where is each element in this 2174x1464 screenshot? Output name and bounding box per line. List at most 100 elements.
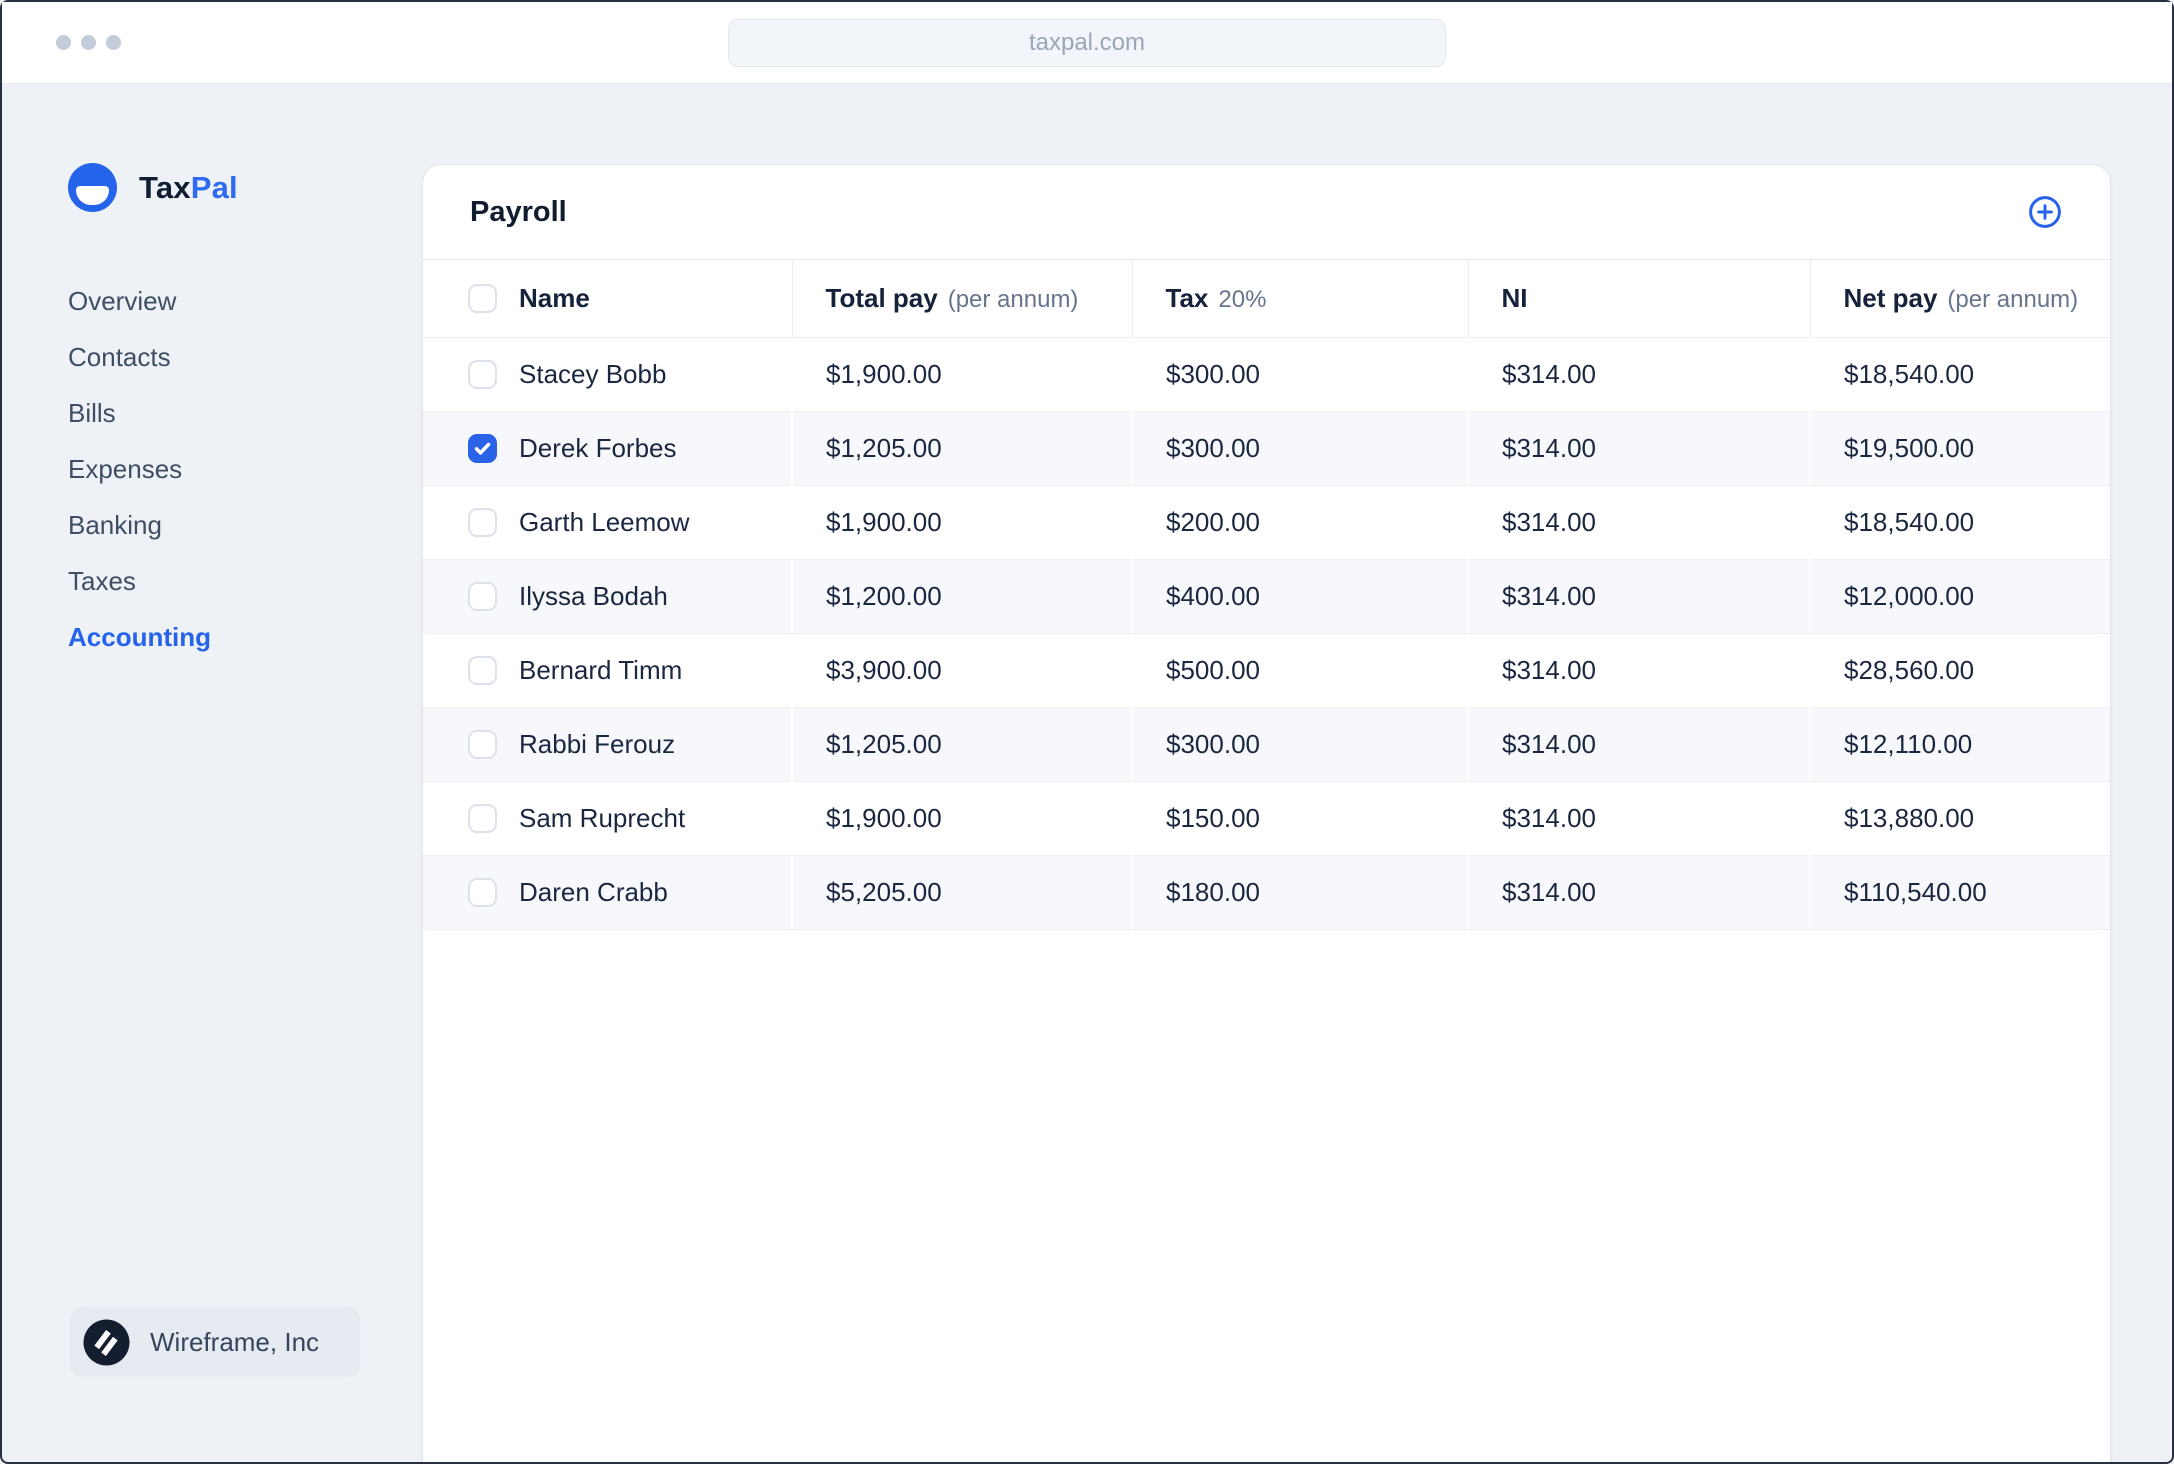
cell-total-pay: $1,200.00 (791, 558, 1132, 633)
cell-total-pay: $5,205.00 (791, 854, 1132, 930)
address-bar-url: taxpal.com (1028, 28, 1146, 56)
cell-tax: $150.00 (1131, 780, 1468, 855)
row-checkbox[interactable] (468, 729, 497, 759)
brand-logo: TaxPal (68, 163, 238, 212)
cell-ni: $314.00 (1467, 854, 1810, 930)
column-header-label: Total pay (825, 282, 938, 313)
window-dot-icon[interactable] (81, 35, 96, 50)
column-header-net-pay: Net pay (per annum) (1809, 260, 2110, 338)
table-header-row: Name Total pay (per annum) Tax 20% NI Net pay (… (423, 260, 2110, 338)
add-payroll-button[interactable] (2027, 194, 2063, 230)
cell-ni: $314.00 (1467, 410, 1810, 485)
column-header-total-pay: Total pay (per annum) (791, 260, 1132, 338)
cell-ni: $314.00 (1467, 484, 1810, 559)
cell-total-pay: $1,900.00 (791, 780, 1132, 855)
employee-name: Rabbi Ferouz (519, 728, 676, 759)
column-header-label: NI (1501, 282, 1528, 313)
column-header-subtext: 20% (1218, 285, 1267, 313)
cell-name: Ilyssa Bodah (423, 558, 792, 633)
row-checkbox[interactable] (468, 581, 497, 611)
table-row: Ilyssa Bodah $1,200.00 $400.00 $314.00 $12,0… (423, 558, 2110, 633)
cell-ni: $314.00 (1467, 780, 1810, 855)
org-badge[interactable]: Wireframe, Inc (70, 1307, 360, 1377)
column-header-subtext: (per annum) (1947, 285, 2079, 313)
employee-name: Derek Forbes (519, 432, 677, 463)
cell-total-pay: $3,900.00 (791, 632, 1132, 707)
check-icon (474, 442, 491, 455)
cell-total-pay: $1,900.00 (791, 337, 1132, 411)
row-checkbox[interactable] (468, 655, 497, 685)
cell-name: Derek Forbes (423, 410, 792, 485)
window-control-dots (56, 2, 121, 83)
row-checkbox[interactable] (468, 803, 497, 833)
sidebar-item-overview[interactable]: Overview (68, 273, 211, 329)
cell-tax: $400.00 (1131, 558, 1468, 633)
employee-name: Ilyssa Bodah (519, 580, 668, 611)
column-header-name: Name (423, 260, 792, 338)
table-row: Garth Leemow $1,900.00 $200.00 $314.00 $18,5… (423, 484, 2110, 559)
sidebar: TaxPal Overview Contacts Bills Expenses Bank… (2, 84, 421, 1462)
address-bar[interactable]: taxpal.com (728, 18, 1446, 67)
cell-total-pay: $1,900.00 (791, 484, 1132, 559)
cell-net-pay: $28,560.00 (1809, 632, 2110, 707)
org-name: Wireframe, Inc (150, 1326, 320, 1357)
cell-ni: $314.00 (1467, 558, 1810, 633)
cell-tax: $300.00 (1131, 410, 1468, 485)
cell-name: Garth Leemow (423, 484, 792, 559)
cell-name: Sam Ruprecht (423, 780, 792, 855)
wireframe-logo-icon (83, 1318, 130, 1366)
cell-net-pay: $19,500.00 (1809, 410, 2110, 485)
window-dot-icon[interactable] (56, 35, 71, 50)
circle-plus-icon (2029, 196, 2061, 228)
cell-ni: $314.00 (1467, 706, 1810, 781)
column-header-subtext: (per annum) (947, 285, 1079, 313)
column-header-label: Name (519, 282, 590, 313)
table-row: Daren Crabb $5,205.00 $180.00 $314.00 $110,5… (423, 854, 2110, 930)
employee-name: Bernard Timm (519, 654, 683, 685)
sidebar-item-expenses[interactable]: Expenses (68, 441, 211, 497)
brand-name: TaxPal (139, 169, 238, 205)
cell-net-pay: $12,110.00 (1809, 706, 2110, 781)
sidebar-item-bills[interactable]: Bills (68, 385, 211, 441)
employee-name: Garth Leemow (519, 506, 690, 537)
sidebar-item-contacts[interactable]: Contacts (68, 329, 211, 385)
table-row: Sam Ruprecht $1,900.00 $150.00 $314.00 $13,8… (423, 780, 2110, 855)
row-checkbox[interactable] (468, 359, 497, 389)
table-row: Derek Forbes $1,205.00 $300.00 $314.00 $19,5… (423, 410, 2110, 485)
row-checkbox[interactable] (468, 507, 497, 537)
taxpal-logo-icon (68, 163, 117, 212)
cell-net-pay: $18,540.00 (1809, 484, 2110, 559)
cell-tax: $300.00 (1131, 337, 1468, 411)
cell-tax: $500.00 (1131, 632, 1468, 707)
cell-ni: $314.00 (1467, 632, 1810, 707)
cell-tax: $300.00 (1131, 706, 1468, 781)
row-checkbox[interactable] (468, 877, 497, 907)
table-row: Bernard Timm $3,900.00 $500.00 $314.00 $28,5… (423, 632, 2110, 707)
cell-net-pay: $18,540.00 (1809, 337, 2110, 411)
cell-name: Daren Crabb (423, 854, 792, 930)
cell-name: Stacey Bobb (423, 337, 792, 411)
payroll-card-header: Payroll (423, 165, 2110, 260)
sidebar-item-banking[interactable]: Banking (68, 497, 211, 553)
app-window: TaxPal Overview Contacts Bills Expenses Bank… (2, 84, 2172, 1462)
sidebar-item-taxes[interactable]: Taxes (68, 553, 211, 609)
cell-net-pay: $13,880.00 (1809, 780, 2110, 855)
column-header-ni: NI (1467, 260, 1810, 338)
column-header-tax: Tax 20% (1131, 260, 1468, 338)
cell-name: Rabbi Ferouz (423, 706, 792, 781)
cell-name: Bernard Timm (423, 632, 792, 707)
table-row: Stacey Bobb $1,900.00 $300.00 $314.00 $18,54… (423, 337, 2110, 411)
cell-tax: $180.00 (1131, 854, 1468, 930)
employee-name: Daren Crabb (519, 876, 668, 907)
table-row: Rabbi Ferouz $1,205.00 $300.00 $314.00 $12,1… (423, 706, 2110, 781)
sidebar-item-accounting[interactable]: Accounting (68, 609, 211, 665)
window-dot-icon[interactable] (106, 35, 121, 50)
select-all-checkbox[interactable] (468, 283, 497, 313)
browser-chrome: taxpal.com (2, 2, 2172, 84)
page-title: Payroll (470, 195, 567, 228)
column-header-label: Net pay (1843, 282, 1938, 313)
column-header-label: Tax (1165, 282, 1209, 313)
employee-name: Sam Ruprecht (519, 802, 686, 833)
row-checkbox[interactable] (468, 433, 497, 463)
payroll-table: Name Total pay (per annum) Tax 20% NI Net pay (… (423, 260, 2110, 930)
